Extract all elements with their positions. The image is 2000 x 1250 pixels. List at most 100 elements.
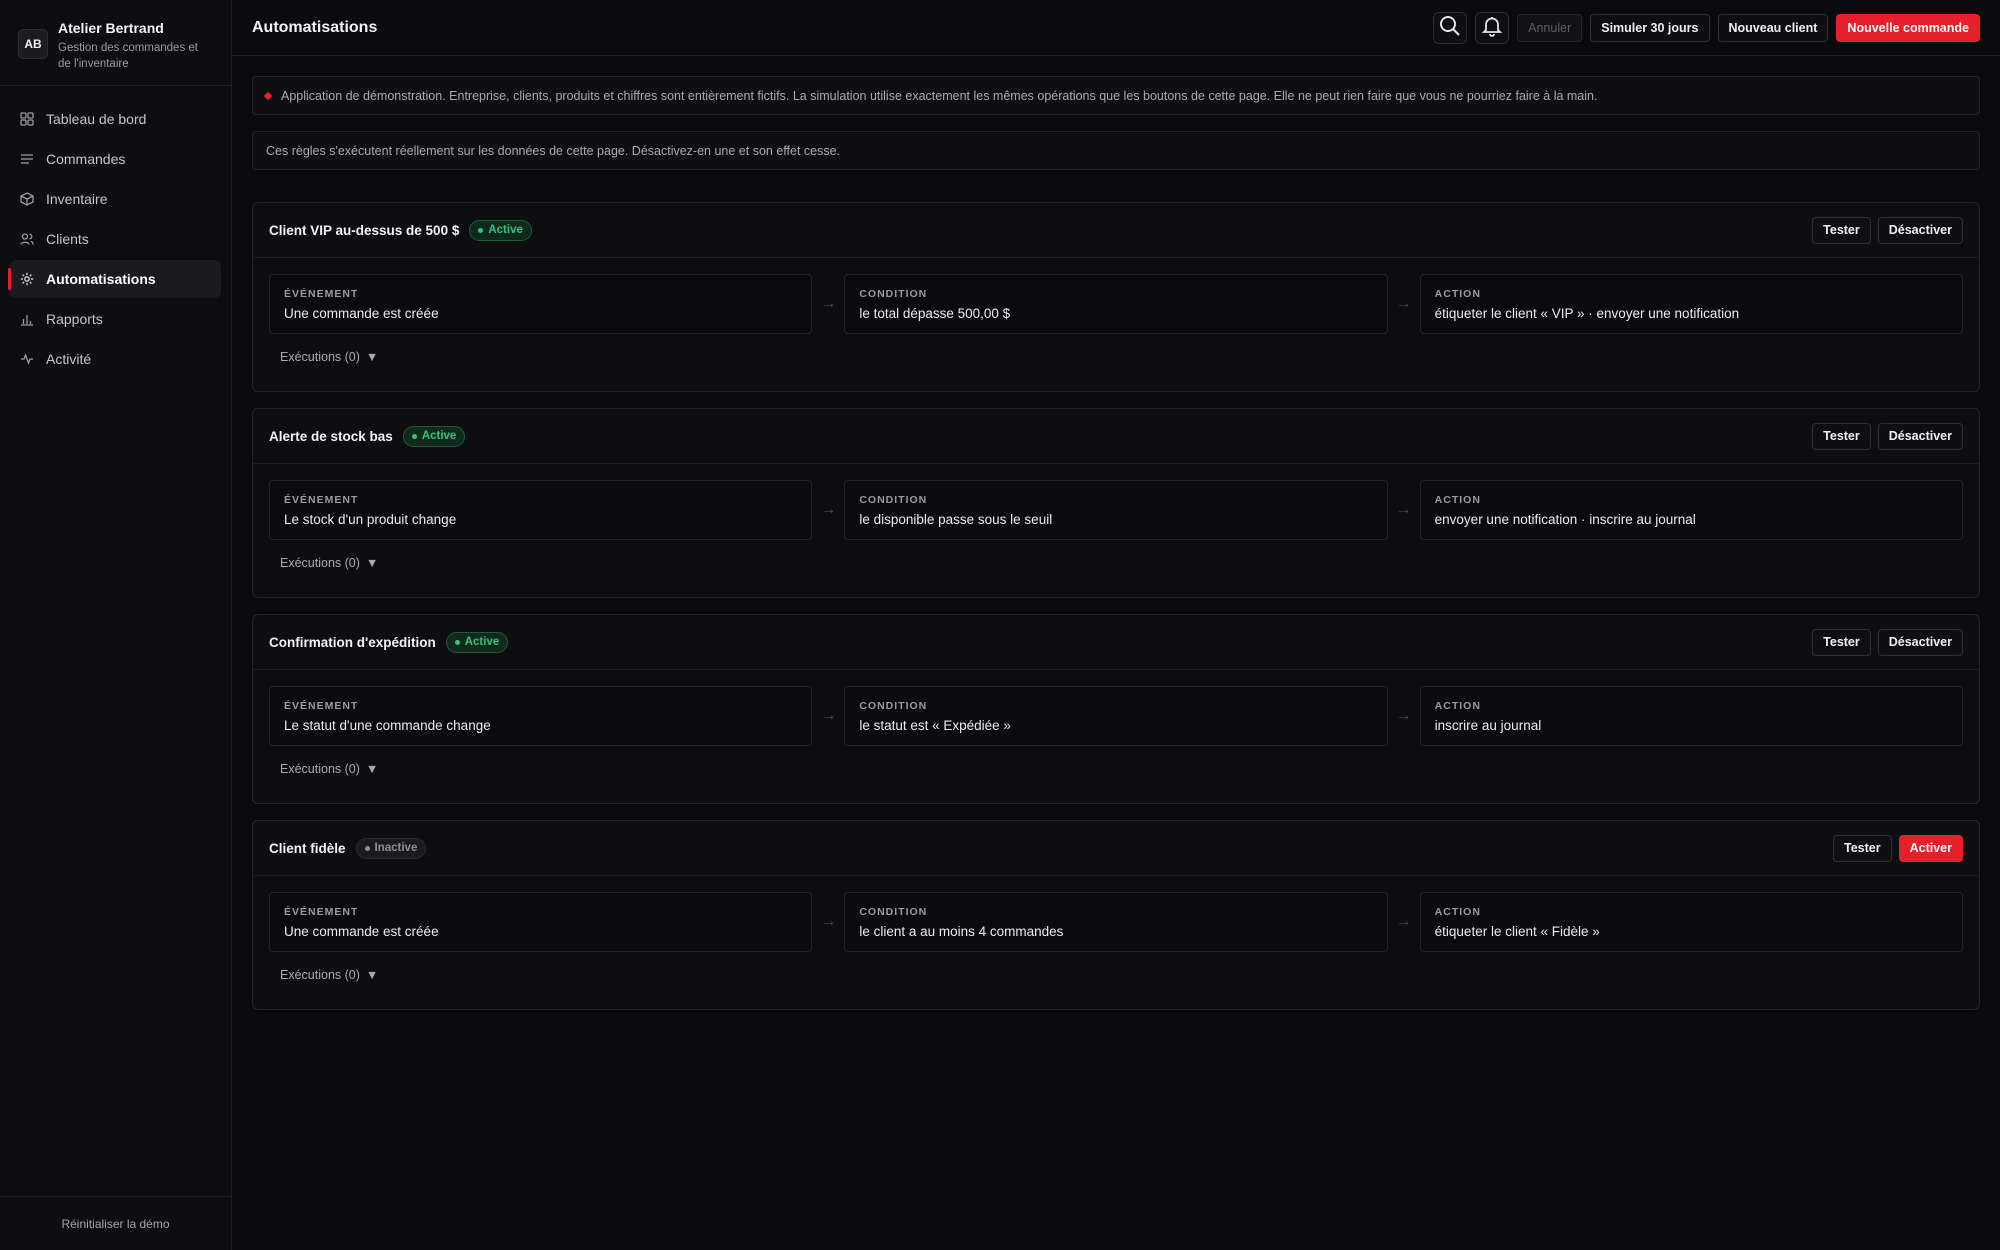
sidebar-item-reports[interactable]: Rapports [10, 300, 221, 338]
sidebar-item-label: Rapports [46, 311, 103, 327]
rule-title: Confirmation d'expédition [269, 634, 436, 650]
rule-header: Client VIP au-dessus de 500 $ Active Tes… [253, 203, 1979, 258]
test-rule-button[interactable]: Tester [1812, 422, 1871, 450]
event-label: ÉVÉNEMENT [284, 493, 359, 506]
new-client-button[interactable]: Nouveau client [1717, 13, 1829, 42]
test-rule-button[interactable]: Tester [1812, 216, 1871, 244]
condition-step: CONDITION le client a au moins 4 command… [844, 892, 1388, 952]
rule-title: Client fidèle [269, 840, 346, 856]
condition-label: CONDITION [859, 493, 928, 506]
toggle-rule-button[interactable]: Désactiver [1877, 216, 1963, 244]
sidebar-item-label: Commandes [46, 151, 126, 167]
action-label: ACTION [1434, 493, 1481, 506]
rule-title: Alerte de stock bas [269, 428, 393, 444]
status-badge-label: Active [488, 224, 523, 236]
gear-icon [20, 272, 34, 286]
event-step: ÉVÉNEMENT Le stock d'un produit change [269, 480, 813, 540]
runs-toggle[interactable]: Exécutions (0) ▼ [280, 762, 378, 776]
sidebar-item-label: Automatisations [46, 271, 156, 287]
sidebar-item-automations[interactable]: Automatisations [8, 260, 221, 298]
status-dot-icon [364, 845, 370, 851]
rule-actions: Tester Désactiver [1812, 216, 1963, 244]
condition-value: le total dépasse 500,00 $ [859, 305, 1011, 321]
brand-avatar: AB [18, 29, 48, 59]
rule-flow: ÉVÉNEMENT Une commande est créée → CONDI… [253, 876, 1979, 952]
sidebar: AB Atelier Bertrand Gestion des commande… [0, 0, 232, 1250]
event-value: Le stock d'un produit change [284, 511, 457, 527]
toggle-rule-button[interactable]: Activer [1898, 834, 1963, 862]
status-badge-label: Active [464, 636, 500, 648]
rule-actions: Tester Activer [1833, 834, 1963, 862]
test-rule-button[interactable]: Tester [1812, 628, 1871, 656]
rule-header: Client fidèle Inactive Tester Activer [253, 821, 1979, 876]
brand-subtitle-line-2: de l'inventaire [58, 58, 129, 70]
condition-step: CONDITION le total dépasse 500,00 $ [844, 274, 1388, 334]
caret-down-icon: ▼ [365, 968, 379, 982]
top-actions: Annuler Simuler 30 jours Nouveau client … [1433, 11, 1980, 44]
brand: AB Atelier Bertrand Gestion des commande… [0, 0, 231, 86]
content: Application de démonstration. Entreprise… [232, 56, 2000, 1030]
rule-actions: Tester Désactiver [1812, 422, 1963, 450]
rule-title-wrap: Client VIP au-dessus de 500 $ Active [269, 219, 532, 241]
action-value: étiqueter le client « Fidèle » [1434, 923, 1600, 939]
arrow-right-icon: → [820, 707, 837, 724]
search-button[interactable] [1433, 11, 1468, 44]
event-label: ÉVÉNEMENT [284, 287, 359, 300]
rule-card: Client fidèle Inactive Tester Activer ÉV… [252, 820, 1980, 1010]
caret-down-icon: ▼ [365, 350, 379, 364]
action-step: ACTION envoyer une notification · inscri… [1419, 480, 1963, 540]
toggle-rule-button[interactable]: Désactiver [1877, 628, 1963, 656]
runs-toggle[interactable]: Exécutions (0) ▼ [280, 968, 378, 982]
action-step: ACTION étiqueter le client « VIP » · env… [1419, 274, 1963, 334]
rule-title-wrap: Client fidèle Inactive [269, 837, 427, 859]
sidebar-item-inventory[interactable]: Inventaire [10, 180, 221, 218]
sidebar-item-label: Clients [46, 231, 89, 247]
status-badge: Active [402, 425, 466, 447]
rule-card: Confirmation d'expédition Active Tester … [252, 614, 1980, 804]
arrow-right-icon: → [1395, 295, 1412, 312]
rule-header: Alerte de stock bas Active Tester Désact… [253, 409, 1979, 464]
runs-toggle[interactable]: Exécutions (0) ▼ [280, 350, 378, 364]
action-value: envoyer une notification · inscrire au j… [1434, 511, 1696, 527]
action-step: ACTION inscrire au journal [1419, 686, 1963, 746]
brand-name: Atelier Bertrand [58, 20, 164, 36]
reset-demo-button[interactable]: Réinitialiser la démo [0, 1196, 231, 1250]
condition-value: le client a au moins 4 commandes [859, 923, 1064, 939]
event-label: ÉVÉNEMENT [284, 905, 359, 918]
runs-label: Exécutions (0) [280, 556, 360, 570]
rule-card: Alerte de stock bas Active Tester Désact… [252, 408, 1980, 598]
sidebar-item-orders[interactable]: Commandes [10, 140, 221, 178]
status-badge-label: Active [421, 430, 457, 442]
toggle-rule-button[interactable]: Désactiver [1877, 422, 1963, 450]
rule-title-wrap: Confirmation d'expédition Active [269, 631, 509, 653]
status-dot-icon [478, 227, 484, 233]
status-badge-label: Inactive [374, 842, 418, 854]
arrow-right-icon: → [820, 913, 837, 930]
sidebar-item-activity[interactable]: Activité [10, 340, 221, 378]
sidebar-item-clients[interactable]: Clients [10, 220, 221, 258]
test-rule-button[interactable]: Tester [1833, 834, 1892, 862]
users-icon [20, 232, 34, 246]
status-badge: Inactive [355, 837, 427, 859]
condition-step: CONDITION le statut est « Expédiée » [844, 686, 1388, 746]
runs-label: Exécutions (0) [280, 350, 360, 364]
rule-flow: ÉVÉNEMENT Une commande est créée → CONDI… [253, 258, 1979, 334]
rule-flow: ÉVÉNEMENT Le stock d'un produit change →… [253, 464, 1979, 540]
undo-button[interactable]: Annuler [1517, 13, 1583, 42]
new-order-button[interactable]: Nouvelle commande [1836, 13, 1980, 42]
sidebar-item-dashboard[interactable]: Tableau de bord [10, 100, 221, 138]
sidebar-nav: Tableau de bord Commandes Inventaire Cli… [0, 86, 231, 392]
event-label: ÉVÉNEMENT [284, 699, 359, 712]
list-icon [20, 152, 34, 166]
arrow-right-icon: → [1395, 707, 1412, 724]
search-icon [1439, 15, 1461, 40]
simulate-30-days-button[interactable]: Simuler 30 jours [1590, 13, 1710, 42]
status-dot-icon [411, 433, 417, 439]
notifications-button[interactable] [1475, 11, 1510, 44]
condition-step: CONDITION le disponible passe sous le se… [844, 480, 1388, 540]
runs-toggle[interactable]: Exécutions (0) ▼ [280, 556, 378, 570]
event-step: ÉVÉNEMENT Une commande est créée [269, 892, 813, 952]
arrow-right-icon: → [820, 501, 837, 518]
page-title: Automatisations [252, 18, 378, 36]
